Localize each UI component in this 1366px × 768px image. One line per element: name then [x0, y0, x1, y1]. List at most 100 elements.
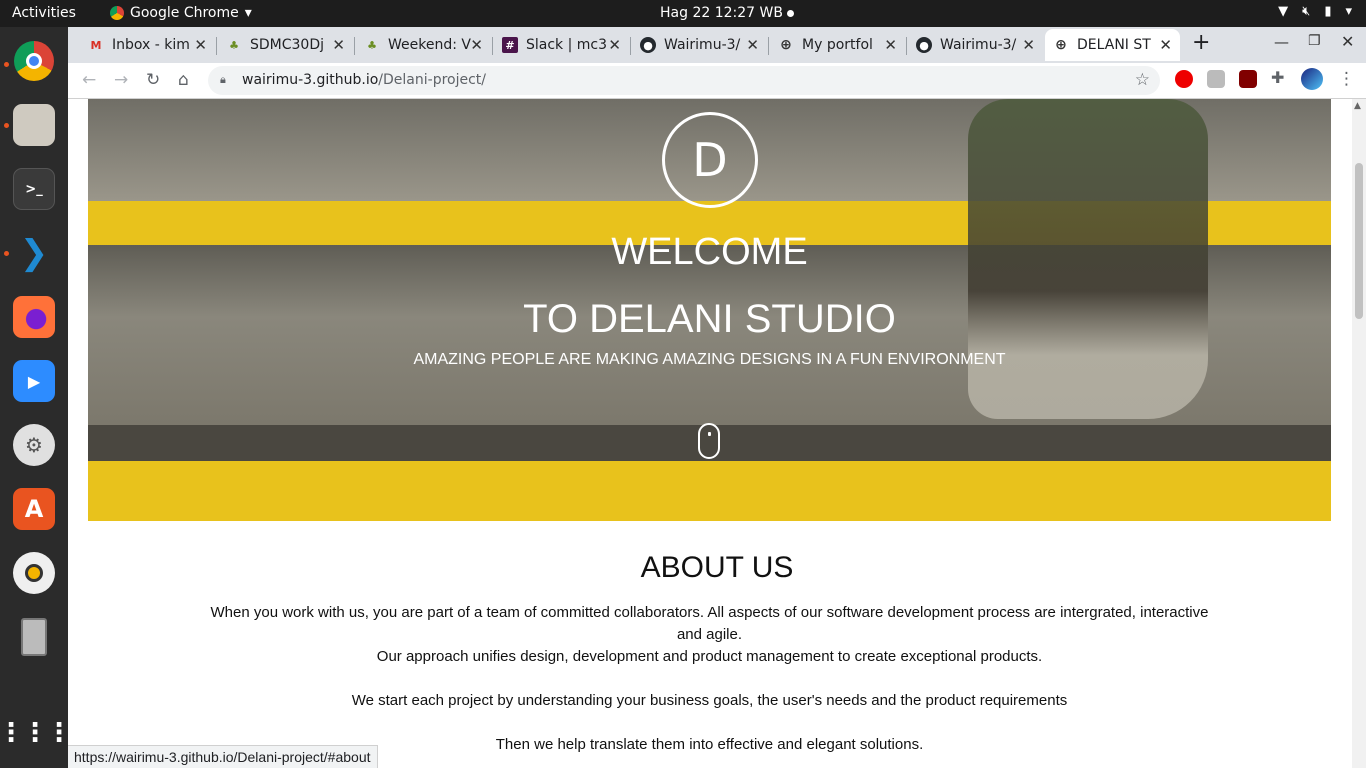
close-icon[interactable]: ✕ [332, 36, 345, 54]
close-window-button[interactable]: ✕ [1341, 32, 1354, 51]
terminal-icon[interactable]: >_ [13, 168, 55, 210]
close-icon[interactable]: ✕ [1022, 36, 1035, 54]
web-page: D WELCOME TO DELANI STUDIO AMAZING PEOPL… [68, 99, 1366, 768]
github-icon: ● [916, 37, 932, 53]
extension-icon[interactable] [1175, 70, 1193, 88]
chrome-icon[interactable] [13, 40, 55, 82]
tab-delani[interactable]: ⊕ DELANI ST ✕ [1045, 29, 1180, 61]
back-button[interactable]: ← [82, 70, 96, 90]
tree-icon: ♣ [229, 38, 239, 52]
tab-title: SDMC30Dj [250, 37, 325, 53]
about-paragraph: Our approach unifies design, development… [376, 648, 1043, 665]
show-apps-icon[interactable]: ⋮⋮⋮ [0, 712, 72, 754]
logo: D [662, 112, 758, 208]
gmail-icon: M [90, 38, 102, 52]
avatar[interactable] [1301, 68, 1323, 90]
restore-button[interactable]: ❐ [1308, 33, 1321, 49]
app-name: Google Chrome [130, 5, 239, 21]
tab-separator [768, 37, 769, 55]
tab-inbox[interactable]: M Inbox - kim ✕ [80, 29, 215, 61]
notification-dot [787, 10, 794, 17]
tab-separator [492, 37, 493, 55]
running-indicator [4, 251, 9, 256]
running-indicator [4, 62, 9, 67]
device-icon[interactable] [13, 616, 55, 658]
wifi-icon: ▼ [1278, 4, 1289, 19]
toolbar: ← → ↻ ⌂ 🔒︎ wairimu-3.github.io/Delani-pr… [68, 63, 1366, 99]
tab-github-1[interactable]: ● Wairimu-3/ ✕ [632, 29, 767, 61]
hero-section: D WELCOME TO DELANI STUDIO AMAZING PEOPL… [88, 99, 1331, 521]
close-icon[interactable]: ✕ [884, 36, 897, 54]
puzzle-icon[interactable]: ✚ [1271, 68, 1289, 87]
about-paragraph: We start each project by understanding y… [351, 692, 1068, 709]
globe-icon: ⊕ [780, 37, 792, 53]
firefox-icon[interactable] [13, 296, 55, 338]
files-icon[interactable] [13, 104, 55, 146]
tab-separator [906, 37, 907, 55]
tab-title: Wairimu-3/ [664, 37, 741, 53]
globe-icon: ⊕ [1055, 37, 1067, 53]
tab-title: DELANI ST [1077, 37, 1151, 53]
tab-sdmc[interactable]: ♣ SDMC30Dj ✕ [218, 29, 353, 61]
tab-title: Inbox - kim [112, 37, 190, 53]
extension-icon[interactable] [1207, 70, 1225, 88]
volume-icon: 🔇︎ [1302, 4, 1311, 19]
tab-separator [354, 37, 355, 55]
tab-title: Weekend: V [388, 37, 471, 53]
bookmark-star-icon[interactable]: ☆ [1135, 70, 1150, 90]
tree-icon: ♣ [367, 38, 377, 52]
browser-frame: M Inbox - kim ✕ ♣ SDMC30Dj ✕ ♣ Weekend: … [68, 27, 1366, 99]
about-heading: ABOUT US [640, 551, 794, 584]
battery-icon: ▮ [1324, 4, 1332, 19]
settings-icon[interactable]: ⚙ [13, 424, 55, 466]
scrollbar[interactable]: ▲ [1352, 99, 1366, 768]
slack-icon: # [502, 37, 518, 53]
system-tray[interactable]: ▼ 🔇︎ ▮ ▾ [1278, 4, 1352, 19]
app-menu[interactable]: Google Chrome ▾ [110, 5, 252, 21]
reload-button[interactable]: ↻ [146, 70, 160, 90]
software-center-icon[interactable]: A [13, 488, 55, 530]
activities-button[interactable]: Activities [12, 5, 76, 21]
close-icon[interactable]: ✕ [470, 36, 483, 54]
ublock-icon[interactable] [1239, 70, 1257, 88]
close-icon[interactable]: ✕ [1159, 36, 1172, 54]
new-tab-button[interactable]: + [1192, 30, 1210, 55]
chevron-down-icon: ▾ [1345, 4, 1352, 19]
tab-github-2[interactable]: ● Wairimu-3/ ✕ [908, 29, 1043, 61]
scroll-down-icon[interactable] [698, 423, 720, 459]
scrollbar-thumb[interactable] [1355, 163, 1363, 319]
chevron-down-icon: ▾ [244, 5, 252, 21]
tab-title: Wairimu-3/ [940, 37, 1017, 53]
tab-title: Slack | mc3 [526, 37, 608, 53]
tab-separator [630, 37, 631, 55]
chrome-icon [110, 6, 124, 20]
status-bar-url: https://wairimu-3.github.io/Delani-proje… [68, 745, 378, 768]
about-paragraph: When you work with us, you are part of a… [210, 604, 1209, 643]
address-bar[interactable]: 🔒︎ wairimu-3.github.io/Delani-project/ ☆ [208, 66, 1160, 95]
close-icon[interactable]: ✕ [194, 36, 207, 54]
zoom-icon[interactable]: ▶ [13, 360, 55, 402]
hero-tagline: AMAZING PEOPLE ARE MAKING AMAZING DESIGN… [413, 351, 1006, 368]
running-indicator [4, 123, 9, 128]
lock-icon: 🔒︎ [220, 73, 226, 86]
scroll-up-icon[interactable]: ▲ [1354, 101, 1361, 111]
home-icon[interactable]: ⌂ [178, 70, 189, 90]
github-icon: ● [640, 37, 656, 53]
close-icon[interactable]: ✕ [608, 36, 621, 54]
tab-portfolio[interactable]: ⊕ My portfol ✕ [770, 29, 905, 61]
minimize-button[interactable]: — [1274, 33, 1289, 51]
close-icon[interactable]: ✕ [746, 36, 759, 54]
hero-title: TO DELANI STUDIO [523, 297, 896, 341]
tab-weekend[interactable]: ♣ Weekend: V ✕ [356, 29, 491, 61]
url-text: wairimu-3.github.io/Delani-project/ [242, 72, 486, 88]
clock[interactable]: Hag 22 12:27 WB [660, 5, 783, 21]
rhythmbox-icon[interactable] [13, 552, 55, 594]
menu-icon[interactable]: ⋮ [1338, 69, 1355, 89]
dock: >_ ❯ ▶ ⚙ A ⋮⋮⋮ [0, 27, 72, 768]
vscode-icon[interactable]: ❯ [13, 232, 55, 274]
system-top-bar: Activities Google Chrome ▾ Hag 22 12:27 … [0, 0, 1366, 27]
tab-title: My portfol [802, 37, 873, 53]
forward-button[interactable]: → [114, 70, 128, 90]
yellow-stripe [88, 461, 1331, 521]
tab-slack[interactable]: # Slack | mc3 ✕ [494, 29, 629, 61]
